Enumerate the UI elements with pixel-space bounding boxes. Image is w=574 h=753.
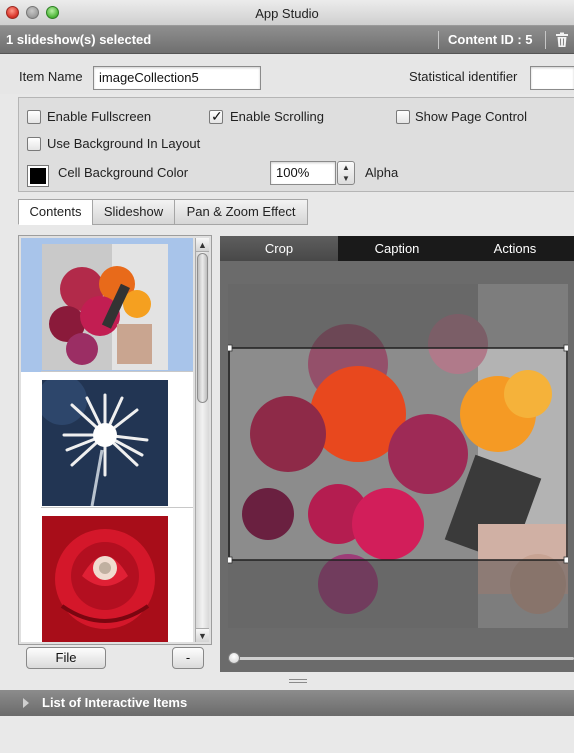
use-background-checkbox[interactable] — [27, 137, 41, 151]
trash-icon[interactable] — [555, 32, 569, 47]
item-name-row: Item Name imageCollection5 Statistical i… — [0, 54, 574, 94]
thumbnail-item[interactable] — [21, 510, 193, 642]
interactive-items-bar[interactable]: List of Interactive Items — [0, 690, 574, 716]
checkmark-icon: ✓ — [211, 108, 223, 124]
tab-crop[interactable]: Crop — [220, 236, 338, 261]
tab-actions[interactable]: Actions — [456, 236, 574, 261]
image-editor-panel: Crop Caption Actions — [220, 236, 574, 672]
content-id-label: Content ID : 5 — [448, 32, 533, 47]
tab-slideshow[interactable]: Slideshow — [92, 199, 175, 225]
stepper-up-icon[interactable]: ▲ — [338, 162, 354, 173]
item-name-field[interactable]: imageCollection5 — [93, 66, 261, 90]
white-chrysanthemum-image — [42, 380, 168, 506]
stepper-down-icon[interactable]: ▼ — [338, 173, 354, 184]
divider — [438, 31, 439, 49]
tab-contents[interactable]: Contents — [18, 199, 93, 225]
divider — [41, 371, 193, 372]
divider — [545, 31, 546, 49]
selection-bar: 1 slideshow(s) selected Content ID : 5 — [0, 26, 574, 54]
thumbnail-list[interactable] — [21, 238, 193, 642]
resize-grip-icon[interactable] — [289, 679, 307, 687]
selection-text: 1 slideshow(s) selected — [6, 32, 152, 47]
tab-pan-zoom-effect[interactable]: Pan & Zoom Effect — [174, 199, 308, 225]
window-title: App Studio — [255, 6, 319, 21]
enable-fullscreen-label: Enable Fullscreen — [47, 109, 152, 124]
options-panel: Enable Fullscreen ✓ Enable Scrolling Sho… — [18, 97, 574, 192]
editor-tabs: Crop Caption Actions — [220, 236, 574, 261]
show-page-control-label: Show Page Control — [415, 109, 528, 124]
enable-scrolling-label: Enable Scrolling — [230, 109, 324, 124]
title-bar: App Studio — [0, 0, 574, 26]
thumbnail-list-panel: ▲ ▼ — [18, 235, 212, 645]
show-page-control-checkbox[interactable] — [396, 110, 410, 124]
tab-caption[interactable]: Caption — [338, 236, 456, 261]
flower-bouquet-image — [42, 244, 168, 370]
thumbnail-item[interactable] — [21, 374, 193, 508]
color-swatch — [30, 168, 46, 184]
scroll-up-arrow-icon[interactable]: ▲ — [196, 238, 209, 252]
alpha-field[interactable]: 100% — [270, 161, 336, 185]
interactive-items-label: List of Interactive Items — [42, 695, 188, 710]
divider — [41, 507, 193, 508]
zoom-slider[interactable] — [228, 652, 574, 664]
thumbnail-scrollbar[interactable]: ▲ ▼ — [195, 238, 209, 642]
use-background-label: Use Background In Layout — [47, 136, 201, 151]
alpha-stepper[interactable]: ▲ ▼ — [337, 161, 355, 185]
slider-knob[interactable] — [228, 652, 240, 664]
thumbnail-item[interactable] — [21, 238, 193, 372]
enable-fullscreen-checkbox[interactable] — [27, 110, 41, 124]
remove-button[interactable]: - — [172, 647, 204, 669]
item-name-label: Item Name — [19, 69, 83, 84]
scrollbar-thumb[interactable] — [197, 253, 208, 403]
statistical-identifier-field[interactable] — [530, 66, 574, 90]
enable-scrolling-checkbox[interactable]: ✓ — [209, 108, 223, 124]
scroll-down-arrow-icon[interactable]: ▼ — [196, 628, 209, 642]
statistical-identifier-label: Statistical identifier — [409, 69, 518, 84]
file-button[interactable]: File — [26, 647, 106, 669]
crop-canvas[interactable] — [228, 284, 568, 628]
footer-area — [0, 716, 574, 753]
cell-background-color-well[interactable] — [27, 165, 49, 187]
slider-track[interactable] — [228, 657, 574, 660]
disclosure-triangle-icon[interactable] — [23, 698, 29, 708]
cell-background-color-label: Cell Background Color — [58, 165, 189, 180]
alpha-label: Alpha — [365, 165, 399, 180]
red-rose-image — [42, 516, 168, 642]
